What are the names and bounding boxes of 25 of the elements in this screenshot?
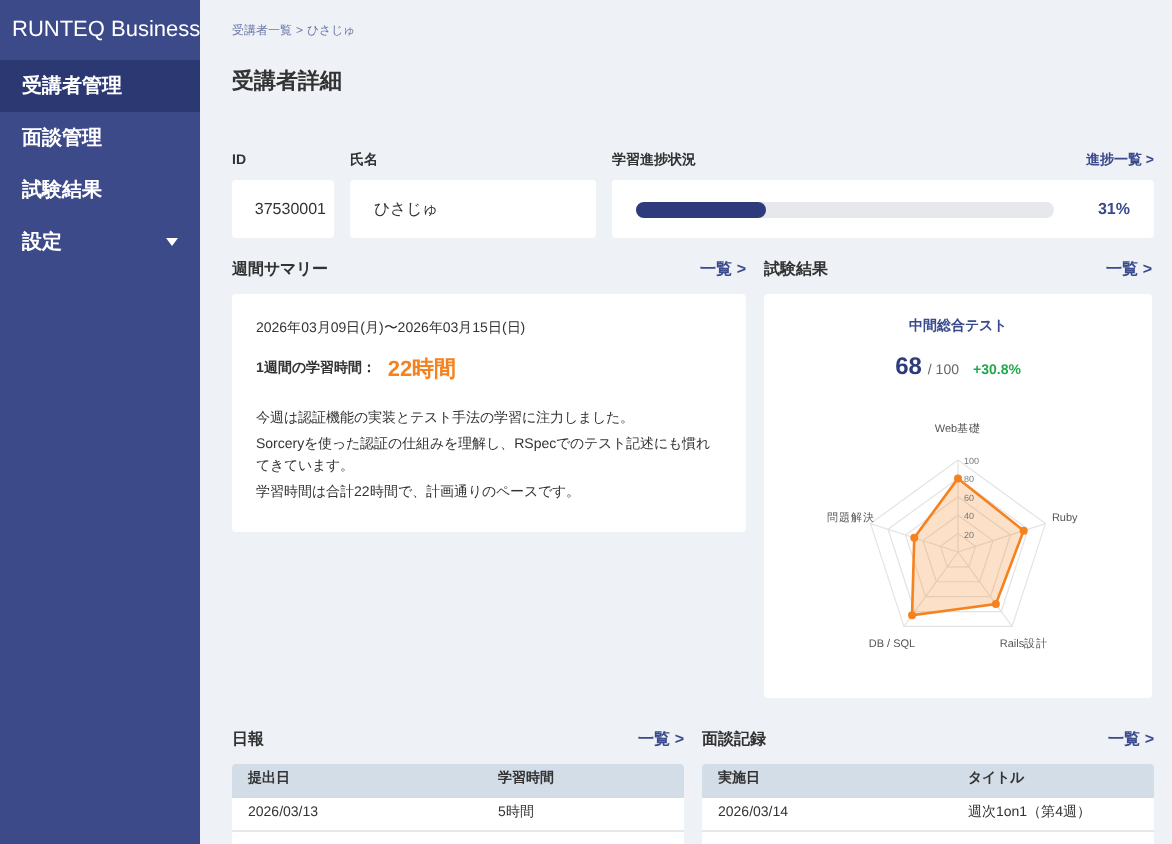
- data-point: [910, 532, 919, 541]
- data-point: [991, 599, 1000, 608]
- data-point: [954, 473, 962, 482]
- section-title: 日報: [232, 728, 264, 752]
- hours-value: 22時間: [387, 355, 457, 385]
- score-value: 68: [895, 349, 922, 383]
- sidebar-item[interactable]: 試験結果: [0, 164, 200, 216]
- sidebar-item[interactable]: 設定: [0, 216, 200, 268]
- view-all-link[interactable]: 一覧 >: [1106, 258, 1152, 282]
- view-all-link[interactable]: 一覧 >: [638, 728, 684, 752]
- sidebar-item[interactable]: 受講者管理: [0, 60, 200, 112]
- sidebar-item[interactable]: 面談管理: [0, 112, 200, 164]
- progress-reading: 31%: [1095, 197, 1130, 221]
- id-field: 37530001: [232, 180, 334, 238]
- brand-logo: RUNTEQ Business: [10, 15, 200, 46]
- data-point: [908, 610, 917, 619]
- view-all-link[interactable]: 一覧 >: [1108, 728, 1154, 752]
- page-title: 受講者詳細: [232, 67, 344, 98]
- data-point: [1019, 525, 1028, 534]
- name-field: ひさじゅ: [350, 180, 596, 238]
- section-title: 面談記録: [702, 728, 766, 752]
- view-all-link[interactable]: 一覧 >: [700, 258, 746, 282]
- section-title: 週間サマリー: [232, 258, 328, 282]
- score-area: [910, 475, 1026, 616]
- section-title: 試験結果: [764, 258, 828, 282]
